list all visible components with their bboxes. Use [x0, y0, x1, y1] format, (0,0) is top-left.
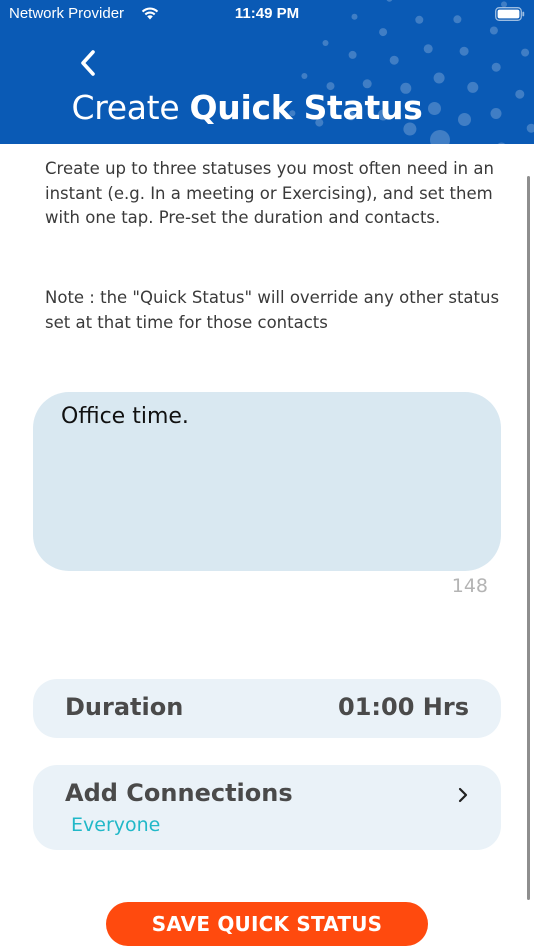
decor-dot: [389, 55, 399, 65]
decor-dot: [524, 159, 534, 169]
decor-dot: [373, 272, 379, 279]
duration-selector[interactable]: Duration 01:00 Hrs: [33, 679, 501, 738]
back-arrow-icon[interactable]: [76, 48, 100, 78]
clock: 11:49 PM: [234, 5, 300, 22]
decor-dot: [430, 130, 450, 144]
add-connections-button[interactable]: Add Connections Everyone: [33, 765, 501, 850]
decor-dot: [348, 50, 357, 59]
decor-dot: [497, 142, 506, 144]
duration-value: 01:00 Hrs: [338, 693, 469, 721]
decor-dot: [433, 72, 445, 84]
remaining-char-count: 148: [451, 575, 488, 597]
decor-dot: [344, 147, 354, 157]
chevron-right-icon: [458, 787, 468, 803]
decor-dot: [491, 62, 501, 72]
decor-dot: [521, 48, 530, 57]
decor-dot: [487, 278, 494, 285]
selected-connections: Everyone: [71, 814, 161, 836]
battery-icon: [495, 7, 525, 21]
decor-dot: [463, 144, 477, 158]
status-text-input[interactable]: Office time.: [33, 392, 501, 571]
header: Network Provider 11:49 PM Create Quick S…: [0, 0, 534, 144]
decor-dot: [382, 245, 391, 254]
page-title: Create Quick Status: [0, 88, 494, 127]
decor-dot: [287, 149, 294, 156]
scrollbar[interactable]: [527, 176, 530, 900]
decor-dot: [362, 79, 372, 89]
decor-dot: [526, 123, 534, 133]
status-bar: Network Provider 11:49 PM: [0, 0, 534, 28]
page-title-light: Create: [71, 88, 180, 127]
decor-dot: [379, 28, 388, 37]
decor-dot: [418, 256, 427, 265]
override-note: Note : the "Quick Status" will override …: [45, 288, 500, 332]
decor-dot: [322, 40, 329, 46]
description-text: Create up to three statuses you most oft…: [45, 159, 494, 227]
decor-dot: [496, 142, 507, 154]
add-connections-label: Add Connections: [65, 779, 293, 807]
decor-dot: [340, 251, 346, 258]
decor-dot: [515, 89, 525, 99]
save-quick-status-button[interactable]: SAVE QUICK STATUS: [106, 902, 428, 946]
decor-dot: [508, 191, 518, 201]
decor-dot: [423, 44, 433, 54]
decor-dot: [459, 46, 469, 56]
decor-dot: [492, 243, 501, 252]
duration-label: Duration: [65, 693, 184, 721]
decor-dot: [456, 256, 465, 265]
decor-dot: [301, 73, 308, 79]
decor-dot: [373, 144, 385, 156]
page-title-bold: Quick Status: [189, 88, 423, 127]
